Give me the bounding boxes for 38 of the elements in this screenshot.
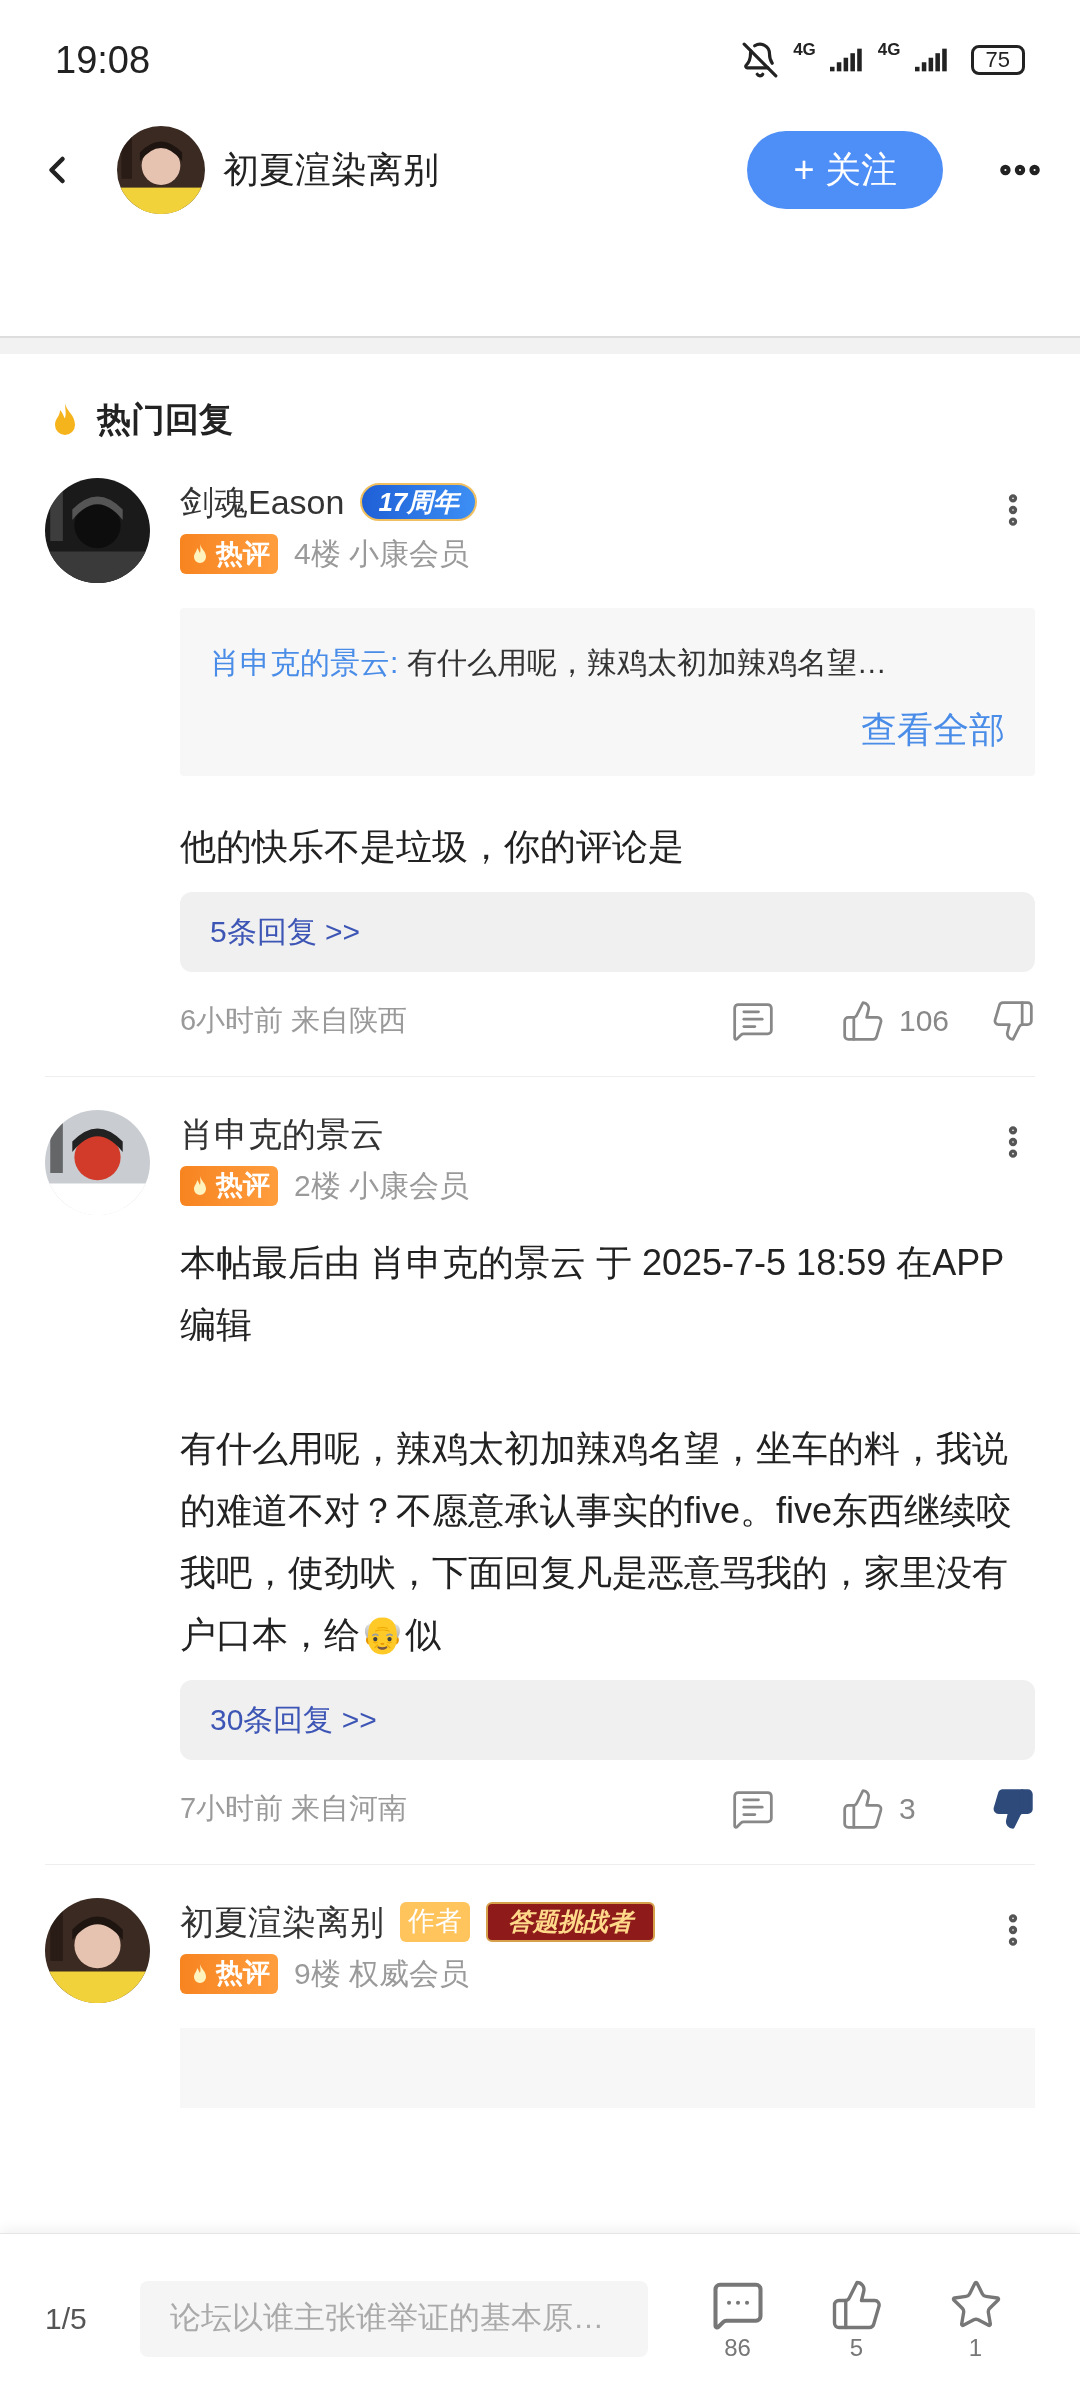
author-tag: 作者 [400,1901,470,1942]
comment-text: 本帖最后由 肖申克的景云 于 2025-7-5 18:59 在APP 编辑 [180,1240,1005,1347]
section-title: 热门回复 [97,399,233,440]
floor-level-text: 4楼 小康会员 [294,539,470,569]
hot-comment-tag: 热评 [180,1953,278,1994]
username[interactable]: 剑魂Eason [180,485,345,519]
favorites-count: 1 [968,2335,983,2360]
signal-icon [914,48,949,72]
signal-icon [829,48,864,72]
like-count: 106 [899,1003,951,1039]
comment-meta: 7小时前 来自河南 [180,1790,409,1826]
author-name[interactable]: 初夏渲染离别 [223,143,747,197]
username[interactable]: 初夏渲染离别 [180,1904,384,1939]
dislike-icon[interactable] [991,1786,1035,1831]
hot-comment-tag: 热评 [180,534,278,574]
hot-comment-tag: 热评 [180,1165,278,1206]
likes-count: 5 [849,2335,864,2360]
username[interactable]: 肖申克的景云 [180,1116,384,1151]
replies-button[interactable]: 5条回复 >> [180,891,1035,972]
comment-meta: 6小时前 来自陕西 [180,1002,409,1038]
floor-level-text: 9楼 权威会员 [294,1958,470,1989]
floor-level-text: 2楼 小康会员 [294,1170,470,1201]
like-count: 3 [899,1791,917,1827]
comment-text: 他的快乐不是垃圾，你的评论是 [180,824,685,869]
comment-text: 有什么用呢，辣鸡太初加辣鸡名望，坐车的料，我说的难道不对？不愿意承认事实的five。five东西继续咬我吧，使劲吠，下面回复凡是恶意骂我的，家里没有户口本，给👴似 [180,1426,1014,1657]
challenger-badge: 答题挑战者 [486,1901,655,1942]
replies-button[interactable]: 30条回复 >> [180,1679,1035,1760]
network-label: 4G [877,39,901,61]
network-label: 4G [793,39,816,61]
anniversary-badge: 17周年 [360,483,478,521]
clock: 19:08 [55,37,152,83]
like-icon[interactable] [841,998,885,1043]
quote-text: 肖申克的景云: 有什么用呢，辣鸡太初加辣鸡名望… [210,645,888,681]
like-icon[interactable] [841,1786,885,1831]
comments-count: 86 [724,2335,751,2360]
page-indicator[interactable]: 1/5 [45,2296,140,2341]
battery-icon: 75 [970,45,1025,75]
mute-icon [741,41,780,79]
